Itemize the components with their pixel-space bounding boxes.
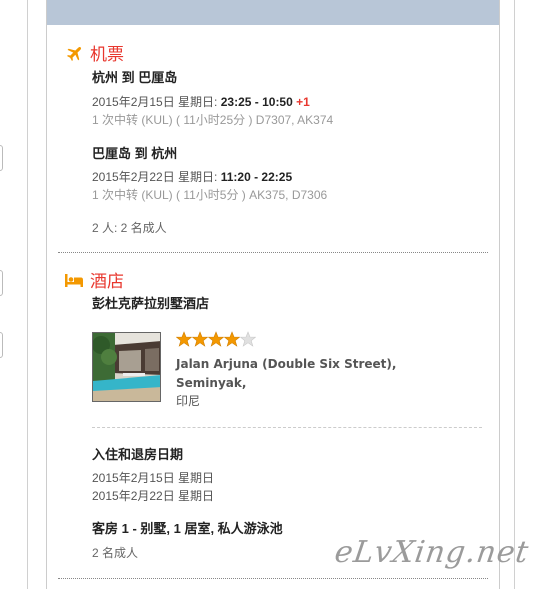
checkout-date: 2015年2月22日 星期日 xyxy=(92,489,215,503)
airplane-icon xyxy=(67,46,82,61)
hotel-photo[interactable] xyxy=(92,332,161,402)
hotel-country: 印尼 xyxy=(176,394,201,408)
checkin-date: 2015年2月15日 星期日 xyxy=(92,471,215,485)
right-panel xyxy=(514,0,536,589)
hotel-divider xyxy=(92,427,482,428)
star-filled-icon xyxy=(192,331,208,347)
flight-section-title: 机票 xyxy=(90,45,124,64)
star-filled-icon xyxy=(224,331,240,347)
return-details: 1 次中转 (KUL) ( 11小时5分 ) AK375, D7306 xyxy=(92,188,328,202)
watermark: eLvXing.net xyxy=(332,535,532,570)
return-date: 2015年2月22日 星期日: xyxy=(92,170,221,184)
bed-icon xyxy=(65,273,83,287)
hotel-section-title: 酒店 xyxy=(90,272,124,291)
outbound-day-offset: +1 xyxy=(296,95,310,109)
hotel-section-header: 酒店 xyxy=(64,267,124,292)
outbound-details: 1 次中转 (KUL) ( 11小时25分 ) D7307, AK374 xyxy=(92,113,334,127)
room-description: 客房 1 - 别墅, 1 居室, 私人游泳池 xyxy=(92,521,283,536)
hotel-address-line1: Jalan Arjuna (Double Six Street), xyxy=(176,357,397,371)
outbound-time: 23:25 - 10:50 xyxy=(220,95,293,109)
hotel-name[interactable]: 彭杜克萨拉别墅酒店 xyxy=(92,293,209,312)
section-divider-bottom xyxy=(58,578,488,579)
hotel-address-line2: Seminyak, xyxy=(176,376,247,390)
flight-passengers: 2 人: 2 名成人 xyxy=(92,221,167,235)
left-panel xyxy=(0,0,28,589)
star-filled-icon xyxy=(208,331,224,347)
left-control[interactable] xyxy=(0,332,3,358)
star-empty-icon xyxy=(240,331,256,347)
flight-section-header: 机票 xyxy=(66,40,124,65)
card-header-bar xyxy=(47,0,499,25)
dates-heading: 入住和退房日期 xyxy=(92,447,184,462)
left-control[interactable] xyxy=(0,145,3,171)
outbound-schedule: 2015年2月15日 星期日: 23:25 - 10:50 +1 xyxy=(92,93,310,110)
outbound-date: 2015年2月15日 星期日: xyxy=(92,95,221,109)
section-divider xyxy=(58,252,488,253)
return-time: 11:20 - 22:25 xyxy=(220,170,293,184)
hotel-address: Jalan Arjuna (Double Six Street), Seminy… xyxy=(176,355,396,393)
return-schedule: 2015年2月22日 星期日: 11:20 - 22:25 xyxy=(92,168,292,185)
left-control[interactable] xyxy=(0,270,3,296)
star-filled-icon xyxy=(176,331,192,347)
hotel-rating xyxy=(176,331,256,347)
hotel-guests: 2 名成人 xyxy=(92,546,139,560)
outbound-route: 杭州 到 巴厘岛 xyxy=(92,70,178,85)
return-route: 巴厘岛 到 杭州 xyxy=(92,146,178,161)
